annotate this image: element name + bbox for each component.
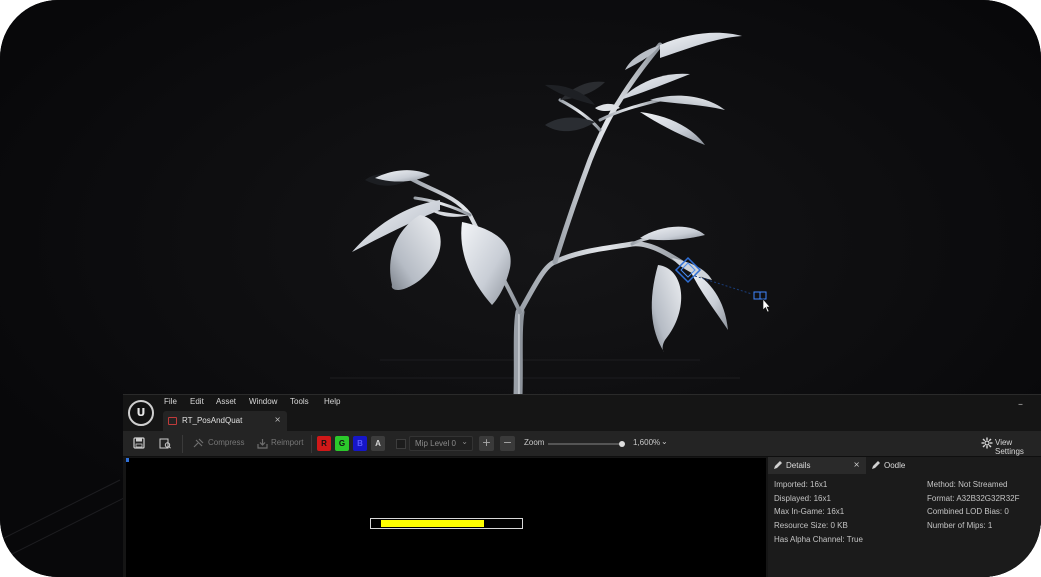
channel-r-toggle[interactable]: R	[317, 436, 331, 451]
texture-pixels	[381, 520, 484, 527]
toolbar: Compress Reimport R G B A Mip Level 0 ⌄ …	[123, 431, 1041, 457]
menu-window[interactable]: Window	[249, 397, 277, 406]
pencil-icon	[872, 461, 880, 469]
menu-asset[interactable]: Asset	[216, 397, 236, 406]
property-max-in-game: Max In-Game: 16x1	[774, 507, 845, 516]
menu-help[interactable]: Help	[324, 397, 340, 406]
mip-decrease-button[interactable]: −	[500, 436, 515, 451]
tab-close-icon[interactable]: ×	[274, 415, 281, 424]
gear-icon[interactable]	[981, 437, 993, 449]
property-imported: Imported: 16x1	[774, 480, 828, 489]
render-target-icon	[168, 417, 177, 425]
toolbar-separator	[311, 435, 312, 453]
zoom-label: Zoom	[524, 438, 545, 447]
toolbar-separator	[182, 435, 183, 453]
compress-icon	[193, 438, 204, 448]
zoom-slider-thumb[interactable]	[619, 441, 625, 447]
texture-preview-viewport[interactable]	[126, 458, 766, 577]
zoom-slider[interactable]	[548, 443, 623, 445]
texture-editor-window: U File Edit Asset Window Tools Help – RT…	[123, 394, 1041, 577]
mip-level-select[interactable]: Mip Level 0 ⌄	[409, 436, 473, 451]
property-num-mips: Number of Mips: 1	[927, 521, 993, 530]
zoom-value[interactable]: 1,600%	[633, 438, 660, 447]
mip-level-value: Mip Level 0	[415, 439, 456, 448]
channel-b-toggle[interactable]: B	[353, 436, 367, 451]
tab-details[interactable]: Details ×	[768, 457, 866, 474]
property-displayed: Displayed: 16x1	[774, 494, 831, 503]
browse-asset-icon[interactable]	[159, 437, 171, 449]
unreal-logo-icon[interactable]: U	[128, 400, 154, 426]
property-resource-size: Resource Size: 0 KB	[774, 521, 848, 530]
channel-g-toggle[interactable]: G	[335, 436, 349, 451]
minimize-button[interactable]: –	[1018, 399, 1023, 410]
viewport-corner-marker	[126, 458, 129, 462]
reimport-button[interactable]: Reimport	[271, 438, 303, 447]
app-frame: U File Edit Asset Window Tools Help – RT…	[0, 0, 1041, 577]
property-has-alpha: Has Alpha Channel: True	[774, 535, 863, 544]
mip-increase-button[interactable]: +	[479, 436, 494, 451]
property-format: Format: A32B32G32R32F	[927, 494, 1020, 503]
property-lod-bias: Combined LOD Bias: 0	[927, 507, 1009, 516]
channel-a-toggle[interactable]: A	[371, 436, 385, 451]
details-panel: Details × Oodle Imported: 16x1 Displayed…	[768, 457, 1041, 577]
close-icon[interactable]: ×	[853, 460, 860, 469]
pencil-icon	[774, 461, 782, 469]
property-method: Method: Not Streamed	[927, 480, 1008, 489]
tab-oodle-label: Oodle	[884, 461, 906, 470]
chevron-down-icon: ⌄	[461, 437, 468, 446]
compress-button[interactable]: Compress	[208, 438, 244, 447]
save-icon[interactable]	[133, 437, 145, 449]
menu-bar: U File Edit Asset Window Tools Help – RT…	[123, 395, 1041, 431]
mip-level-checkbox[interactable]	[396, 439, 406, 449]
menu-file[interactable]: File	[164, 397, 177, 406]
view-settings-button[interactable]: View Settings	[995, 438, 1041, 456]
texture-preview-image	[370, 518, 523, 529]
menu-edit[interactable]: Edit	[190, 397, 204, 406]
tab-rt-posandquat[interactable]: RT_PosAndQuat ×	[163, 411, 287, 431]
tab-details-label: Details	[786, 461, 811, 470]
tab-label: RT_PosAndQuat	[182, 416, 243, 425]
tab-oodle[interactable]: Oodle	[866, 457, 946, 474]
chevron-down-icon[interactable]: ⌄	[661, 437, 668, 446]
menu-tools[interactable]: Tools	[290, 397, 309, 406]
reimport-icon	[257, 439, 268, 449]
